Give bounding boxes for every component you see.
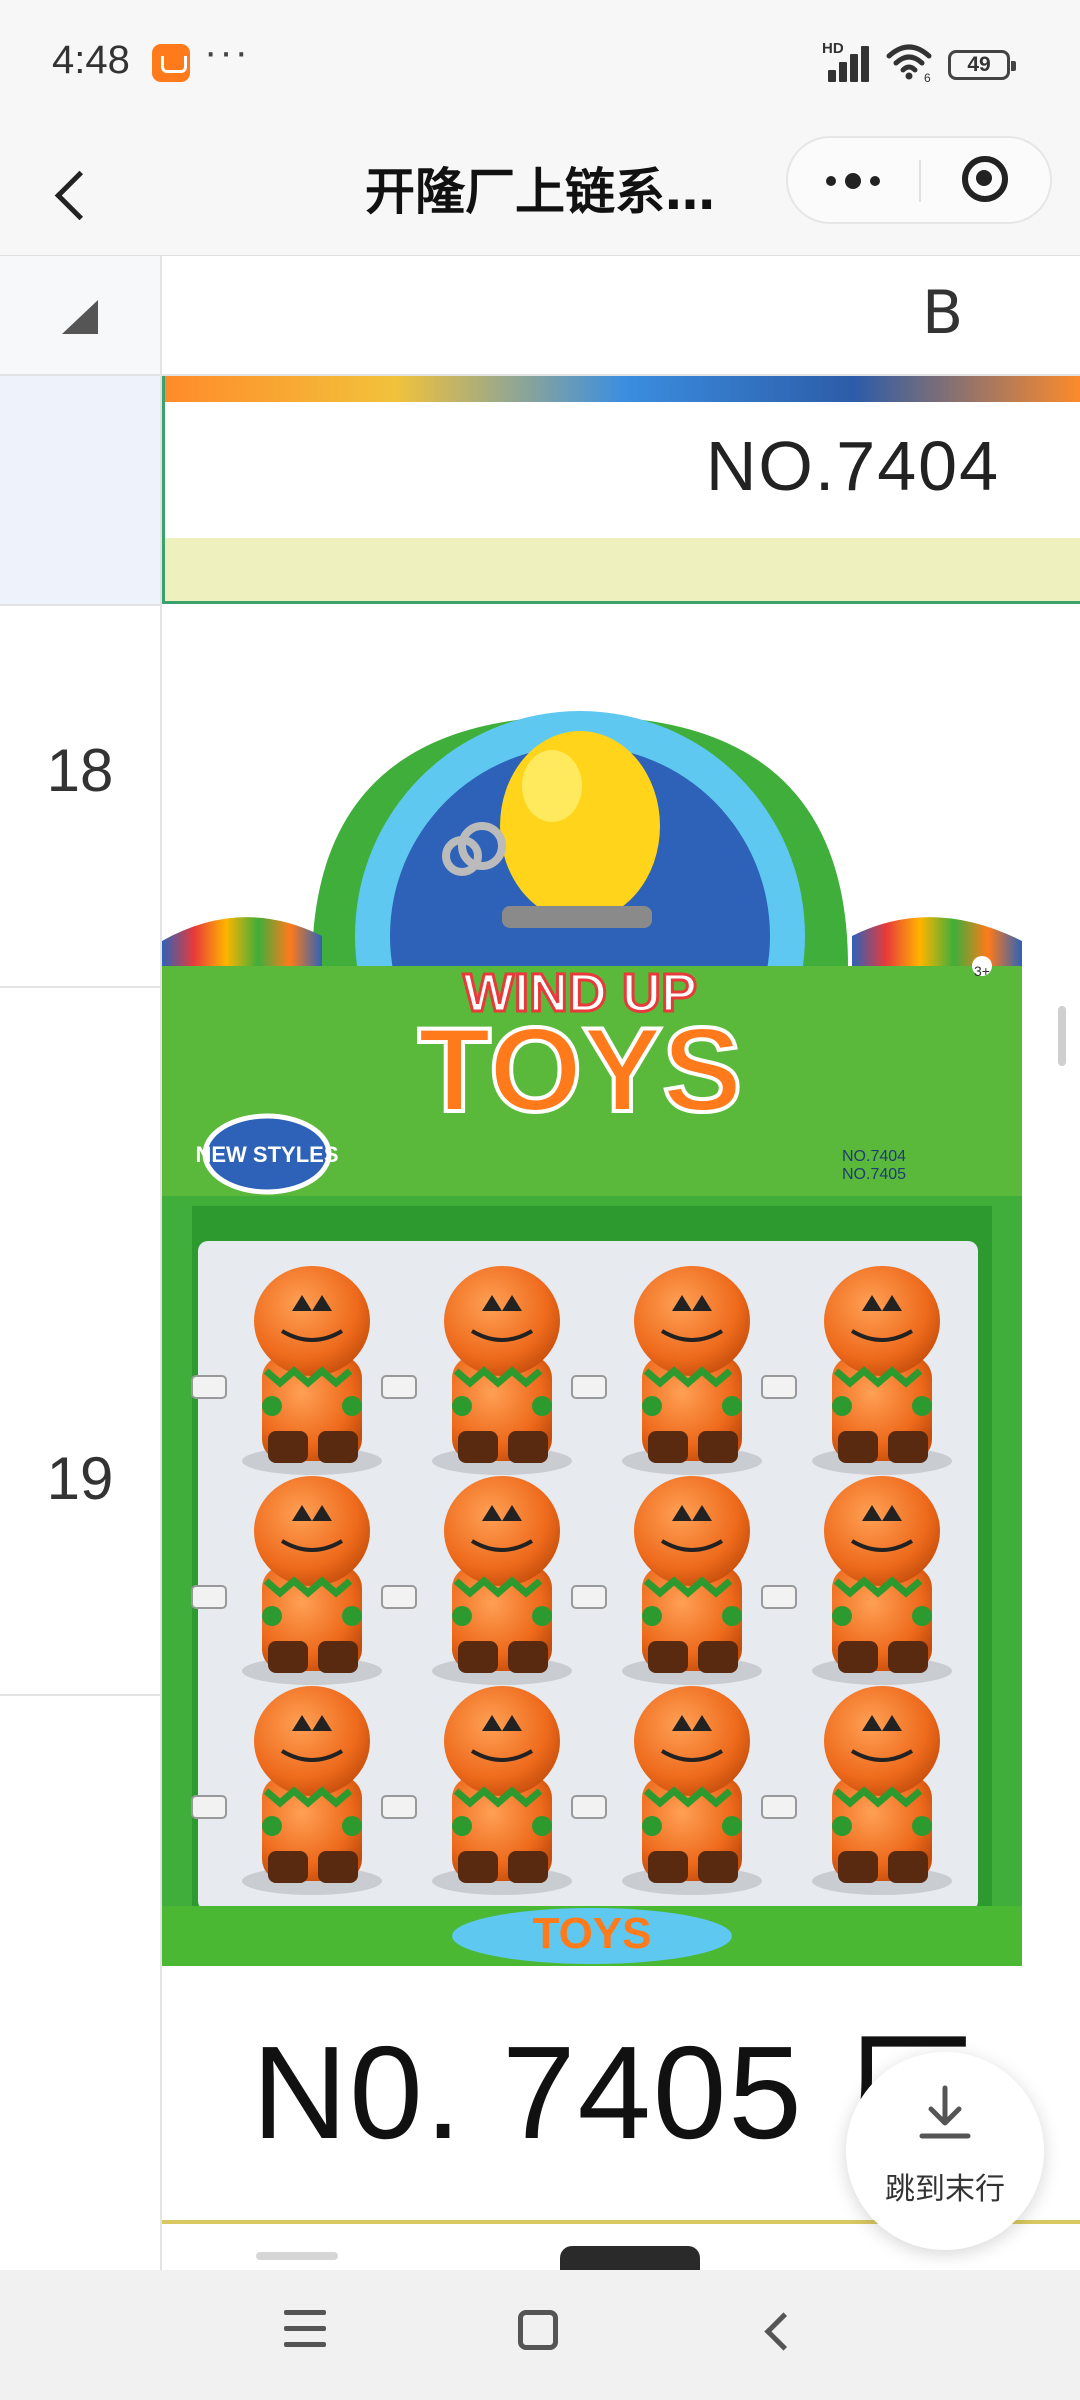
image-strip (165, 376, 1080, 402)
more-dots-icon[interactable] (788, 138, 918, 222)
box-headline-bottom: TOYS (418, 1003, 743, 1137)
product-image[interactable]: 3+ WIND UP TOYS NEW STYLES NO.7404 NO.74… (162, 636, 1080, 2196)
row-divider (0, 986, 162, 988)
page-title: 开隆厂上链系… (365, 163, 715, 221)
corner-triangle-icon (62, 300, 98, 334)
signal-icon (822, 44, 874, 82)
cell-model-label: NO.7404 (705, 427, 1000, 505)
system-nav-bar (0, 2270, 1080, 2400)
drag-handle[interactable] (256, 2252, 338, 2260)
target-icon[interactable] (922, 138, 1052, 222)
row-header-19[interactable]: 19 (0, 1444, 160, 1513)
wifi-label: 6 (924, 71, 931, 82)
svg-text:NO.7405: NO.7405 (842, 1166, 906, 1183)
column-header-b[interactable]: B (162, 256, 1080, 376)
next-image-edge (560, 2246, 700, 2270)
recent-apps-icon[interactable] (284, 2310, 326, 2350)
status-time: 4:48 (52, 38, 130, 82)
column-header-label: B (922, 278, 964, 348)
svg-text:NO.7404: NO.7404 (842, 1148, 906, 1165)
app-notification-icon (152, 44, 190, 82)
svg-text:3+: 3+ (974, 963, 990, 979)
cell-b17-image[interactable]: NO.7404 (162, 376, 1080, 604)
row-divider (0, 1694, 162, 1696)
back-button[interactable] (40, 150, 120, 234)
wifi-icon: 6 (886, 44, 932, 82)
scrollbar-thumb[interactable] (1058, 1006, 1066, 1066)
cell-highlight (165, 538, 1080, 601)
spreadsheet: B 18 19 NO.7404 3+ WIND UP TOYS NEW STYL… (0, 256, 1080, 2270)
capsule-divider (919, 160, 921, 202)
app-root: 4:48 ··· HD 6 49 开隆厂上链系… B 18 19 NO.7404… (0, 0, 1080, 2400)
jump-to-last-row-button[interactable]: 跳到末行 (846, 2052, 1044, 2250)
mini-program-capsule (786, 136, 1052, 224)
status-more-icon: ··· (204, 30, 250, 74)
status-bar: 4:48 ··· HD 6 49 (0, 0, 1080, 128)
jump-label: 跳到末行 (885, 2172, 1005, 2207)
system-back-icon[interactable] (760, 2314, 794, 2348)
svg-text:TOYS: TOYS (532, 1909, 651, 1958)
row-header-selected[interactable] (0, 376, 160, 606)
row-header-18[interactable]: 18 (0, 736, 160, 805)
home-icon[interactable] (518, 2310, 558, 2350)
select-all-corner[interactable] (0, 256, 162, 376)
row-header-column: 18 19 (0, 376, 162, 2270)
download-icon (919, 2085, 971, 2139)
battery-icon: 49 (948, 50, 1016, 80)
new-styles-badge: NEW STYLES (195, 1142, 338, 1167)
